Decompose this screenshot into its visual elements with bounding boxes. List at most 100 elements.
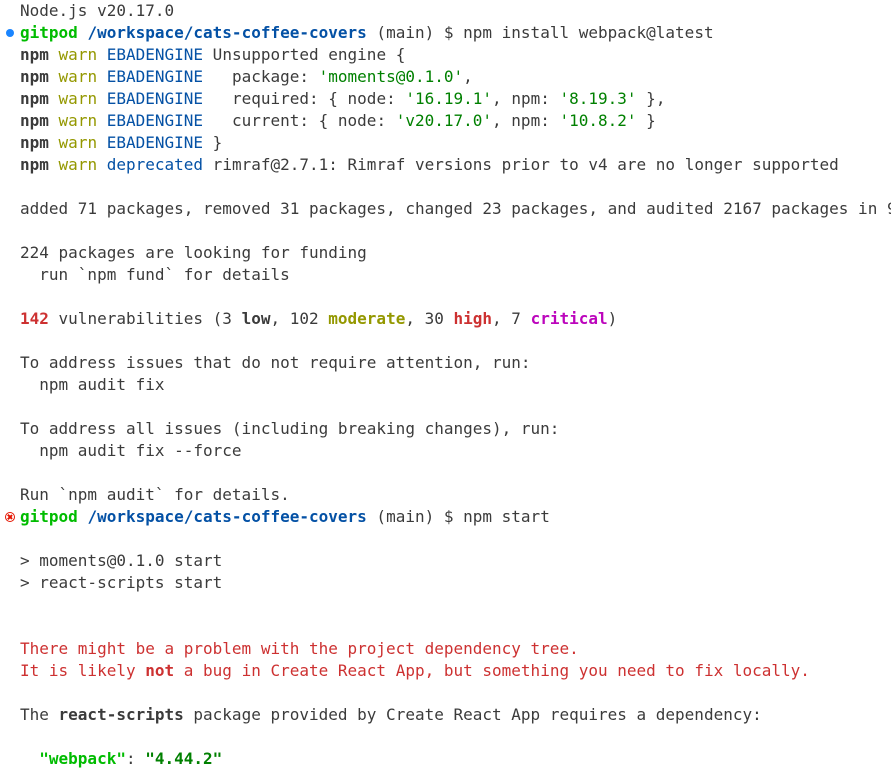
error-line: There might be a problem with the projec… <box>0 638 891 660</box>
requirement-package: react-scripts <box>58 705 184 724</box>
dependency-version: "4.44.2" <box>145 749 223 768</box>
warn-label: warn <box>58 89 98 108</box>
fix-command-text: npm audit fix --force <box>20 441 242 460</box>
vuln-high: high <box>453 309 493 328</box>
command-error-icon[interactable] <box>2 506 18 528</box>
npm-label: npm <box>20 111 49 130</box>
warn-text: } <box>203 133 223 152</box>
warn-label: warn <box>58 155 98 174</box>
warn-label: warn <box>58 133 98 152</box>
error-text: There might be a problem with the projec… <box>20 639 579 658</box>
warn-label: warn <box>58 111 98 130</box>
warn-value: 'v20.17.0' <box>395 111 493 130</box>
warn-text: , <box>463 67 473 86</box>
vuln-moderate: moderate <box>328 309 406 328</box>
vuln-critical: critical <box>530 309 608 328</box>
error-text: a bug in Create React App, but something… <box>174 661 810 680</box>
prompt-path: /workspace/cats-coffee-covers <box>87 23 367 42</box>
script-line: > moments@0.1.0 start <box>0 550 891 572</box>
node-version: Node.js v20.17.0 <box>20 1 175 20</box>
warn-code: EBADENGINE <box>106 133 204 152</box>
vulnerabilities-line: 142 vulnerabilities (3 low, 102 moderate… <box>0 308 891 330</box>
warn-label: warn <box>58 45 98 64</box>
vuln-text: ) <box>607 309 618 328</box>
prompt-user: gitpod <box>20 23 78 42</box>
funding-line: 224 packages are looking for funding <box>0 242 891 264</box>
requirement-line: The react-scripts package provided by Cr… <box>0 704 891 726</box>
prompt-command: npm install webpack@latest <box>463 23 714 42</box>
warn-line-deprecated: npm warn deprecated rimraf@2.7.1: Rimraf… <box>0 154 891 176</box>
warn-line: npm warn EBADENGINE } <box>0 132 891 154</box>
funding-text: 224 packages are looking for funding <box>20 243 367 262</box>
terminal-output[interactable]: Node.js v20.17.0 gitpod /workspace/cats-… <box>0 0 891 775</box>
warn-label: warn <box>58 67 98 86</box>
prompt-user: gitpod <box>20 507 78 526</box>
npm-label: npm <box>20 155 49 174</box>
script-line: > react-scripts start <box>0 572 891 594</box>
funding-line: run `npm fund` for details <box>0 264 891 286</box>
warn-code: EBADENGINE <box>106 89 204 108</box>
warn-text: current: { node: <box>203 111 396 130</box>
warn-text: required: { node: <box>203 89 406 108</box>
fix-command-text: npm audit fix <box>20 375 165 394</box>
run-audit-line: Run `npm audit` for details. <box>0 484 891 506</box>
error-line: It is likely not a bug in Create React A… <box>0 660 891 682</box>
vuln-text: vulnerabilities (3 <box>48 309 242 328</box>
script-text: > react-scripts start <box>20 573 223 592</box>
warn-code: EBADENGINE <box>106 111 204 130</box>
added-text: added 71 packages, removed 31 packages, … <box>20 199 891 218</box>
prompt-branch: (main) $ <box>366 507 464 526</box>
error-emphasis: not <box>145 661 175 680</box>
warn-text: rimraf@2.7.1: Rimraf versions prior to v… <box>203 155 839 174</box>
warn-value: '16.19.1' <box>405 89 493 108</box>
fix-line: To address all issues (including breakin… <box>0 418 891 440</box>
fix-line: To address issues that do not require at… <box>0 352 891 374</box>
prompt-branch: (main) $ <box>366 23 464 42</box>
warn-value: '8.19.3' <box>559 89 637 108</box>
warn-value: 'moments@0.1.0' <box>318 67 464 86</box>
warn-text: Unsupported engine { <box>203 45 406 64</box>
dependency-line: "webpack": "4.44.2" <box>0 748 891 770</box>
vuln-text: , 7 <box>492 309 531 328</box>
fix-command: npm audit fix --force <box>0 440 891 462</box>
funding-text: run `npm fund` for details <box>20 265 290 284</box>
fix-text: To address all issues (including breakin… <box>20 419 560 438</box>
prompt-command: npm start <box>463 507 550 526</box>
requirement-text: The <box>20 705 59 724</box>
dependency-sep: : <box>125 749 146 768</box>
warn-line: npm warn EBADENGINE Unsupported engine { <box>0 44 891 66</box>
prompt-path: /workspace/cats-coffee-covers <box>87 507 367 526</box>
script-text: > moments@0.1.0 start <box>20 551 223 570</box>
warn-text: }, <box>636 89 666 108</box>
npm-label: npm <box>20 89 49 108</box>
vuln-low: low <box>241 309 271 328</box>
requirement-text: package provided by Create React App req… <box>183 705 762 724</box>
run-audit-text: Run `npm audit` for details. <box>20 485 290 504</box>
error-text: It is likely <box>20 661 146 680</box>
command-success-icon[interactable] <box>2 22 18 44</box>
warn-text: } <box>636 111 656 130</box>
prompt-line-install: gitpod /workspace/cats-coffee-covers (ma… <box>0 22 891 44</box>
prompt-line-start: gitpod /workspace/cats-coffee-covers (ma… <box>0 506 891 528</box>
vuln-count: 142 <box>20 309 49 328</box>
npm-label: npm <box>20 133 49 152</box>
warn-code: EBADENGINE <box>106 67 204 86</box>
deprecated-label: deprecated <box>106 155 204 174</box>
npm-label: npm <box>20 67 49 86</box>
warn-line: npm warn EBADENGINE required: { node: '1… <box>0 88 891 110</box>
vuln-text: , 30 <box>405 309 454 328</box>
warn-text: , npm: <box>492 111 560 130</box>
warn-text: , npm: <box>492 89 560 108</box>
warn-value: '10.8.2' <box>559 111 637 130</box>
